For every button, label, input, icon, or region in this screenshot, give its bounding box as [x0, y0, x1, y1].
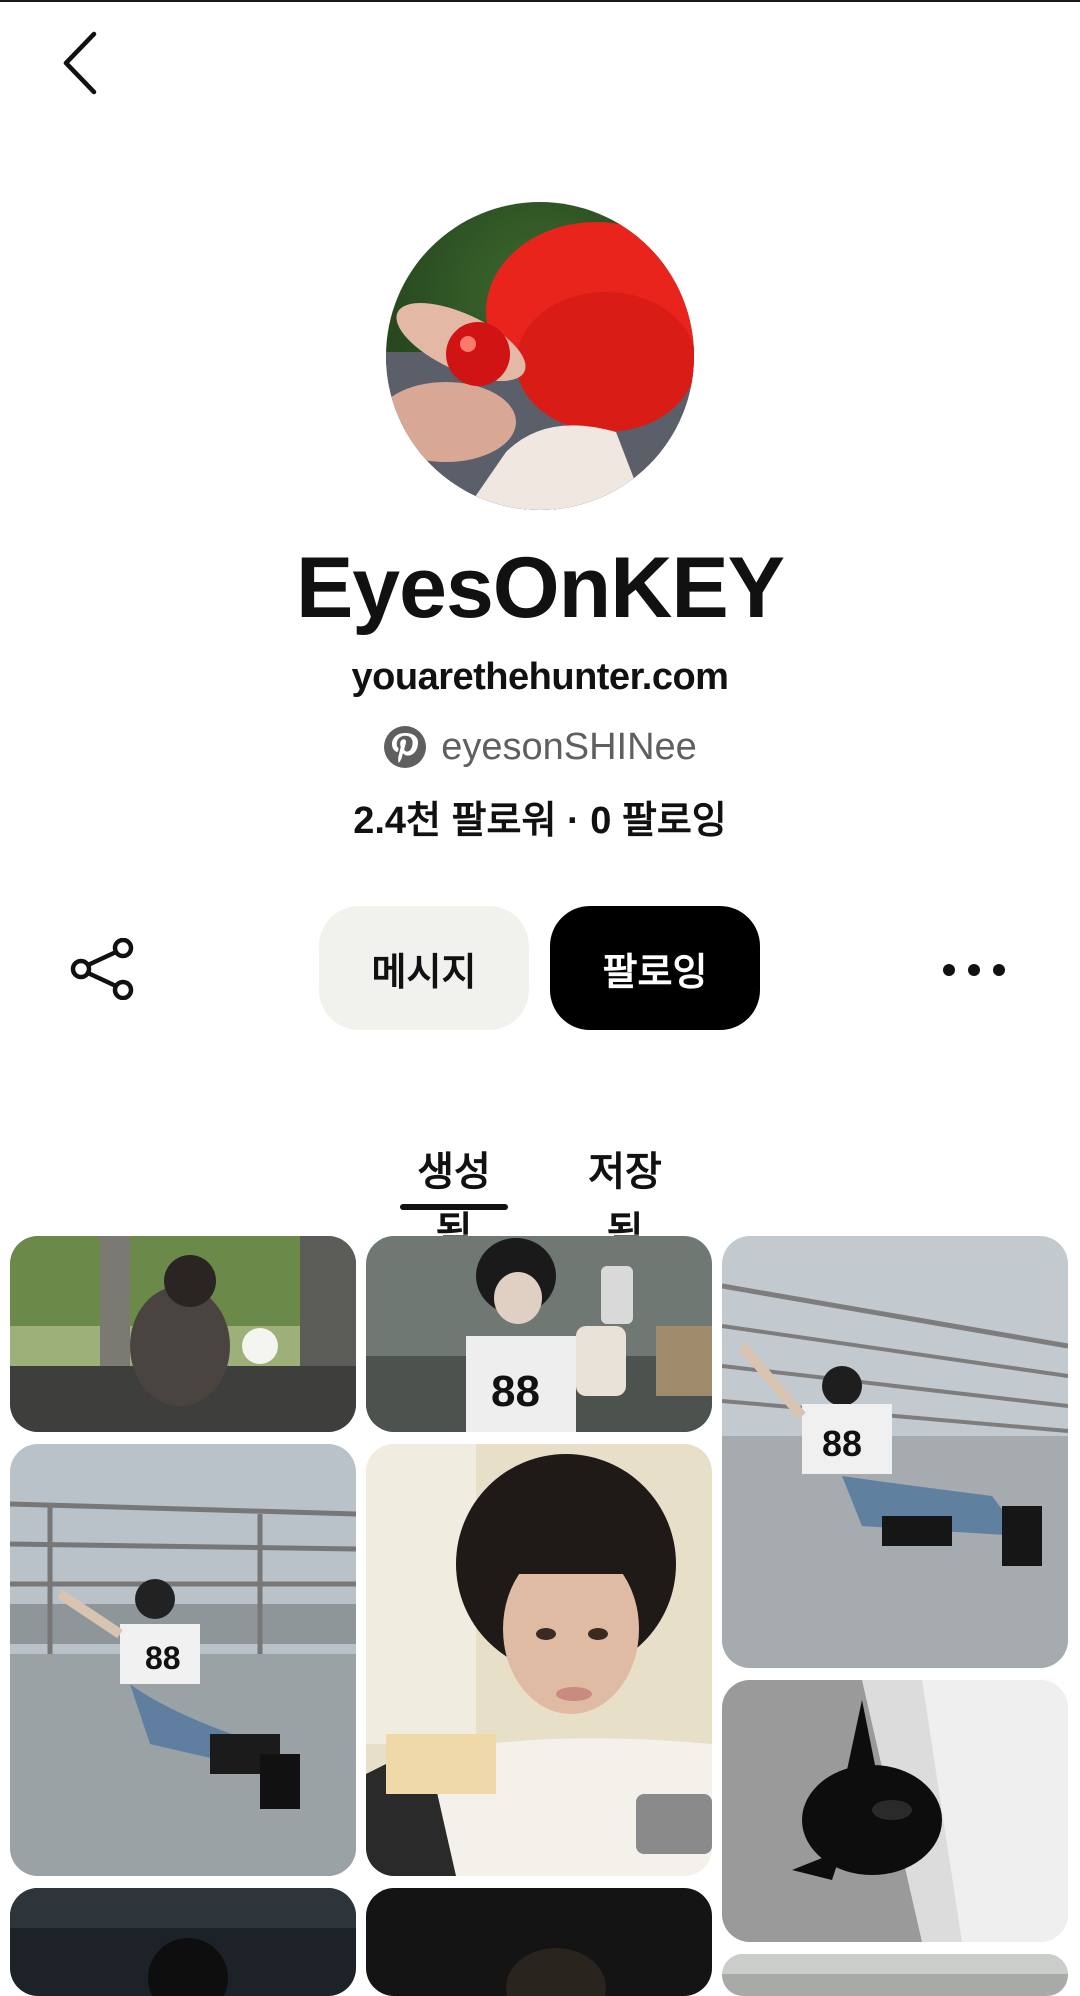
pin-image[interactable]	[722, 1680, 1068, 1942]
active-tab-indicator	[400, 1204, 508, 1210]
pin-image[interactable]	[366, 1444, 712, 1876]
pin-image[interactable]: 88	[10, 1444, 356, 1876]
website-link[interactable]: youarethehunter.com	[0, 652, 1080, 702]
avatar[interactable]	[386, 202, 694, 510]
svg-text:88: 88	[491, 1367, 540, 1416]
more-button[interactable]	[934, 940, 1014, 1000]
pin-image[interactable]	[10, 1236, 356, 1432]
share-button[interactable]	[62, 930, 142, 1008]
svg-text:88: 88	[822, 1423, 862, 1464]
pin-image[interactable]: 88	[366, 1236, 712, 1432]
pin-image[interactable]: 88	[722, 1236, 1068, 1668]
status-bar-divider	[0, 0, 1080, 2]
pinterest-logo-icon	[384, 726, 427, 768]
profile-handle[interactable]: eyesonSHINee	[0, 722, 1080, 772]
pin-image[interactable]	[10, 1888, 356, 1996]
message-button[interactable]: 메시지	[319, 906, 529, 1030]
share-icon	[70, 938, 134, 1000]
svg-text:88: 88	[145, 1640, 181, 1676]
following-button[interactable]: 팔로잉	[550, 906, 760, 1030]
pin-image[interactable]	[722, 1954, 1068, 1996]
chevron-left-icon	[63, 31, 97, 94]
pin-image[interactable]	[366, 1888, 712, 1996]
more-horizontal-icon	[943, 964, 1005, 976]
back-button[interactable]	[50, 25, 110, 100]
profile-name: EyesOnKEY	[295, 540, 785, 636]
follower-stats[interactable]: 2.4천 팔로워 · 0 팔로잉	[0, 796, 1080, 846]
handle-text: eyesonSHINee	[441, 726, 697, 768]
